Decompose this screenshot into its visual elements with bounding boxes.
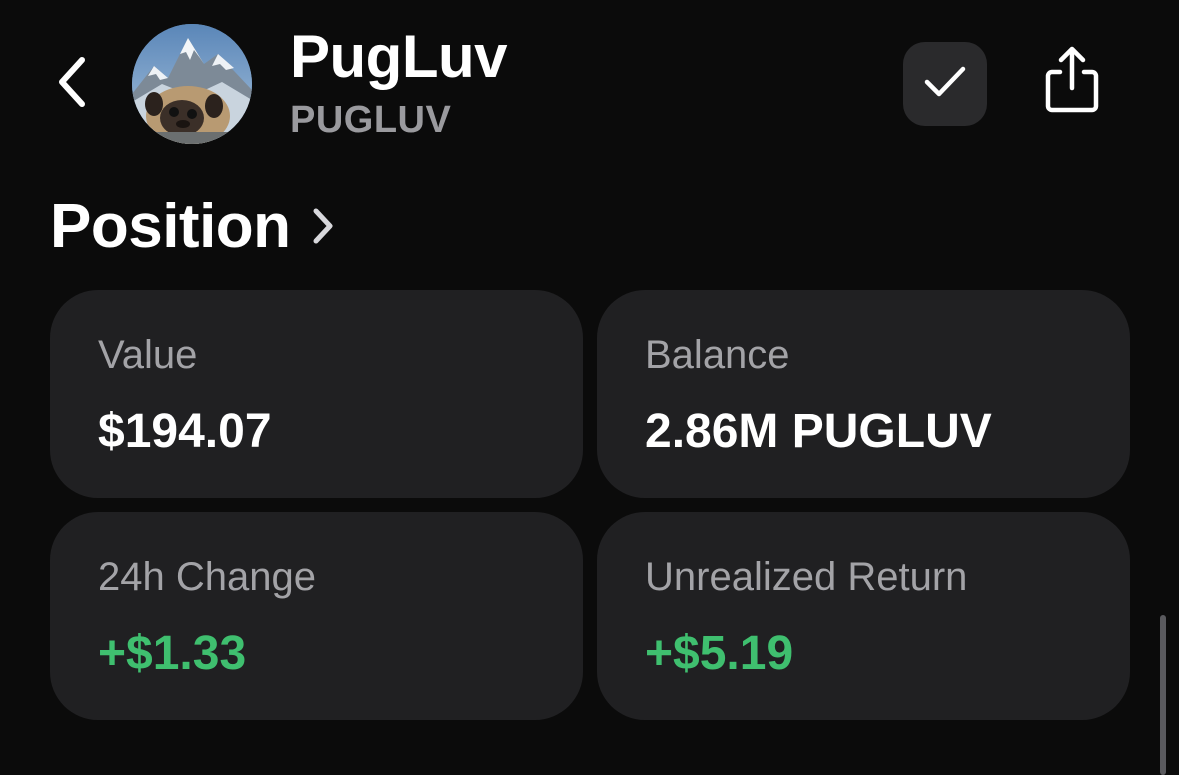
token-detail-screen: PugLuv PUGLUV Position Value $194.07 Bal…: [0, 0, 1179, 775]
chevron-right-icon: [311, 206, 335, 246]
balance-amount: 2.86M PUGLUV: [645, 405, 992, 458]
balance-card[interactable]: Balance 2.86M PUGLUV: [597, 290, 1130, 498]
change-24h-card[interactable]: 24h Change +$1.33: [50, 512, 583, 720]
back-button[interactable]: [44, 48, 100, 120]
token-name: PugLuv: [290, 23, 508, 90]
unrealized-return-label: Unrealized Return: [645, 555, 968, 599]
value-label: Value: [98, 333, 198, 377]
balance-label: Balance: [645, 333, 790, 377]
value-amount: $194.07: [98, 405, 272, 458]
change-24h-label: 24h Change: [98, 555, 316, 599]
chevron-left-icon: [54, 54, 90, 115]
token-avatar: [132, 24, 252, 144]
pug-mountain-avatar: [132, 24, 252, 144]
unrealized-return-card[interactable]: Unrealized Return +$5.19: [597, 512, 1130, 720]
position-title: Position: [50, 191, 291, 261]
checkmark-icon: [923, 64, 967, 105]
change-24h-amount: +$1.33: [98, 627, 247, 680]
share-icon: [1042, 44, 1102, 121]
position-section-link[interactable]: Position: [50, 186, 335, 266]
scroll-indicator[interactable]: [1160, 615, 1166, 775]
value-card[interactable]: Value $194.07: [50, 290, 583, 498]
share-button[interactable]: [1030, 40, 1114, 124]
token-symbol: PUGLUV: [290, 99, 452, 141]
unrealized-return-amount: +$5.19: [645, 627, 794, 680]
watchlist-check-button[interactable]: [903, 42, 987, 126]
